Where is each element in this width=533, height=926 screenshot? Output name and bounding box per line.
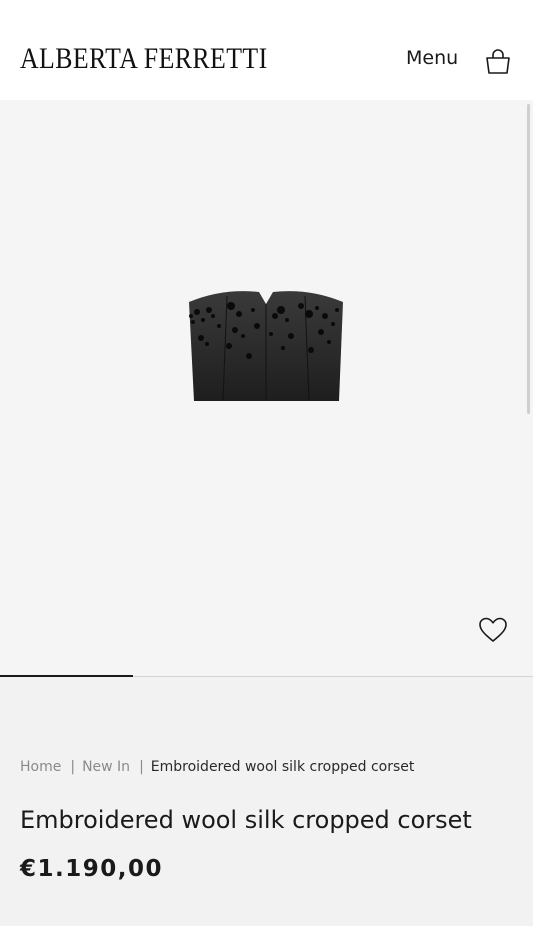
breadcrumb: Home | New In | Embroidered wool silk croppe…	[20, 759, 414, 775]
gallery-progress-indicator	[0, 675, 134, 677]
breadcrumb-home[interactable]: Home	[20, 759, 61, 775]
product-price: €1.190,00	[20, 856, 163, 882]
brand-logo[interactable]: ALBERTA FERRETTI	[20, 42, 268, 76]
shopping-bag-icon[interactable]	[484, 47, 512, 75]
site-header: ALBERTA FERRETTI Menu	[0, 0, 533, 100]
breadcrumb-separator: |	[70, 759, 76, 775]
heart-icon[interactable]	[478, 616, 508, 644]
breadcrumb-new-in[interactable]: New In	[82, 759, 130, 775]
breadcrumb-separator: |	[139, 759, 144, 775]
product-title: Embroidered wool silk cropped corset	[20, 806, 472, 834]
product-image[interactable]	[183, 286, 349, 404]
menu-button[interactable]: Menu	[406, 47, 458, 69]
product-image-gallery[interactable]	[0, 100, 533, 676]
breadcrumb-current: Embroidered wool silk cropped corset	[150, 759, 415, 775]
page-scrollbar[interactable]	[527, 104, 530, 414]
